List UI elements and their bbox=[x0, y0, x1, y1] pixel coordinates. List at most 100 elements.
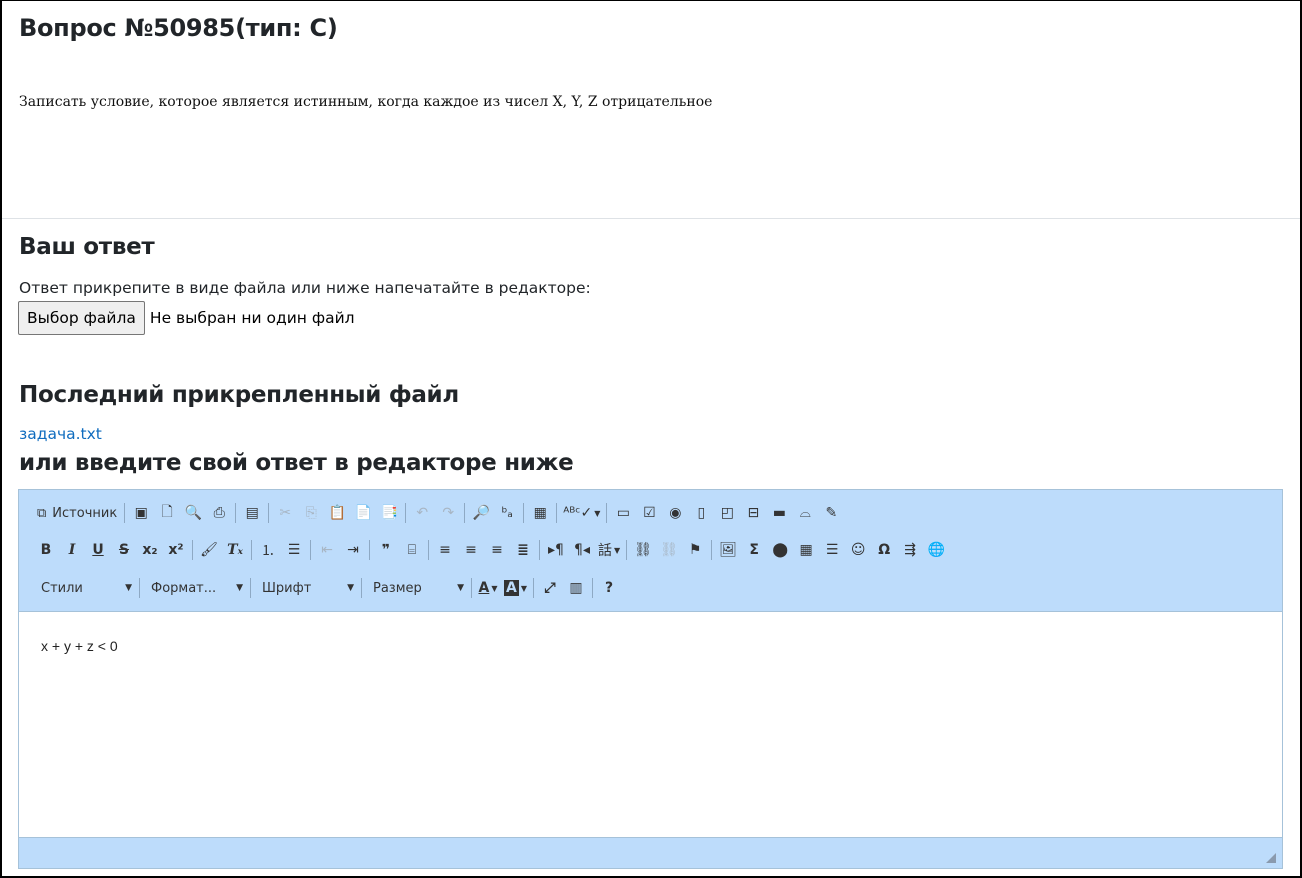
file-status: Не выбран ни один файл bbox=[149, 309, 355, 327]
replace-icon[interactable]: ᵇₐ bbox=[494, 500, 520, 526]
choose-file-button[interactable]: Выбор файла bbox=[18, 301, 145, 335]
ltr-icon[interactable]: ▸¶ bbox=[543, 537, 569, 563]
link-icon[interactable]: ⛓ bbox=[630, 537, 656, 563]
copy-icon[interactable]: ⎘ bbox=[298, 500, 324, 526]
textarea-icon[interactable]: ◰ bbox=[714, 500, 740, 526]
page-break-icon[interactable]: ⇶ bbox=[897, 537, 923, 563]
help-icon[interactable]: ? bbox=[596, 575, 622, 601]
editor-content-text: x + y + z < 0 bbox=[41, 638, 118, 654]
rtl-icon[interactable]: ¶◂ bbox=[569, 537, 595, 563]
hidden-field-icon[interactable]: ✎ bbox=[818, 500, 844, 526]
editor-content-area[interactable]: x + y + z < 0 bbox=[19, 613, 1282, 837]
language-icon[interactable]: 話 ▼ bbox=[595, 537, 623, 563]
math-icon[interactable]: Σ bbox=[741, 537, 767, 563]
bulleted-list-icon[interactable]: ☰ bbox=[281, 537, 307, 563]
text-field-icon[interactable]: ▯ bbox=[688, 500, 714, 526]
select-field-icon[interactable]: ⊟ bbox=[740, 500, 766, 526]
toolbar-row-3: Стили ▼ Формат... ▼ Шрифт ▼ Размер ▼ A ▼ … bbox=[33, 574, 622, 602]
radio-icon[interactable]: ◉ bbox=[662, 500, 688, 526]
anchor-icon[interactable]: ⚑ bbox=[682, 537, 708, 563]
toolbar-separator bbox=[471, 578, 472, 598]
paste-icon[interactable]: 📋 bbox=[324, 500, 350, 526]
source-button-label: Источник bbox=[52, 505, 118, 521]
toolbar-separator bbox=[361, 578, 362, 598]
source-icon: ⧉ bbox=[37, 505, 47, 521]
question-title: Вопрос №50985(тип: С) bbox=[19, 14, 338, 42]
styles-dropdown-label: Стили bbox=[41, 580, 83, 596]
save-icon[interactable]: ▣ bbox=[128, 500, 154, 526]
bold-icon[interactable]: B bbox=[33, 537, 59, 563]
select-all-icon[interactable]: ▦ bbox=[527, 500, 553, 526]
align-justify-icon[interactable]: ≣ bbox=[510, 537, 536, 563]
iframe-icon[interactable]: 🌐 bbox=[923, 537, 949, 563]
rich-text-editor: ⧉ Источник ▣ 🗋 🔍 ⎙ ▤ ✂ ⎘ 📋 📄 📑 ↶ ↷ 🔎 ᵇₐ … bbox=[18, 489, 1283, 869]
toolbar-separator bbox=[369, 540, 370, 560]
format-dropdown[interactable]: Формат... ▼ bbox=[143, 576, 247, 600]
unlink-icon[interactable]: ⛓ bbox=[656, 537, 682, 563]
text-color-icon[interactable]: A ▼ bbox=[475, 575, 501, 601]
table-icon[interactable]: ▦ bbox=[793, 537, 819, 563]
checkbox-icon[interactable]: ☑ bbox=[636, 500, 662, 526]
show-blocks-icon[interactable]: ▥ bbox=[563, 575, 589, 601]
button-icon[interactable]: ▬ bbox=[766, 500, 792, 526]
image-icon[interactable]: 🖼 bbox=[715, 537, 741, 563]
font-dropdown[interactable]: Шрифт ▼ bbox=[254, 576, 358, 600]
paste-text-icon[interactable]: 📄 bbox=[350, 500, 376, 526]
new-page-icon[interactable]: 🗋 bbox=[154, 500, 180, 526]
format-dropdown-label: Формат... bbox=[151, 580, 217, 596]
styles-dropdown[interactable]: Стили ▼ bbox=[33, 576, 136, 600]
maximize-icon[interactable]: ⤢ bbox=[537, 575, 563, 601]
underline-icon[interactable]: U bbox=[85, 537, 111, 563]
preview-icon[interactable]: 🔍 bbox=[180, 500, 206, 526]
find-icon[interactable]: 🔎 bbox=[468, 500, 494, 526]
resize-handle-icon[interactable] bbox=[1266, 853, 1276, 863]
toolbar-separator bbox=[124, 503, 126, 523]
align-left-icon[interactable]: ≡ bbox=[432, 537, 458, 563]
chevron-down-icon: ▼ bbox=[236, 583, 243, 593]
indent-icon[interactable]: ⇥ bbox=[340, 537, 366, 563]
cut-icon[interactable]: ✂ bbox=[272, 500, 298, 526]
div-container-icon[interactable]: ⌸ bbox=[399, 537, 425, 563]
copy-format-icon[interactable]: 🖌 bbox=[196, 537, 222, 563]
chevron-down-icon: ▼ bbox=[125, 583, 132, 593]
background-color-icon[interactable]: A ▼ bbox=[501, 575, 530, 601]
toolbar-separator bbox=[428, 540, 429, 560]
form-icon[interactable]: ▭ bbox=[610, 500, 636, 526]
attached-file-link[interactable]: задача.txt bbox=[19, 425, 102, 443]
blockquote-icon[interactable]: ❞ bbox=[373, 537, 399, 563]
section-divider bbox=[2, 218, 1300, 219]
smiley-icon[interactable]: ☺ bbox=[845, 537, 871, 563]
answer-heading: Ваш ответ bbox=[19, 234, 155, 260]
outdent-icon[interactable]: ⇤ bbox=[314, 537, 340, 563]
strikethrough-icon[interactable]: S bbox=[111, 537, 137, 563]
align-center-icon[interactable]: ≡ bbox=[458, 537, 484, 563]
source-button[interactable]: ⧉ Источник bbox=[33, 500, 121, 526]
paste-from-word-icon[interactable]: 📑 bbox=[376, 500, 402, 526]
toolbar-separator bbox=[139, 578, 140, 598]
spell-check-icon[interactable]: ᴬᴮᶜ✓ ▼ bbox=[560, 500, 603, 526]
answer-instruction: Ответ прикрепите в виде файла или ниже н… bbox=[19, 279, 591, 297]
size-dropdown[interactable]: Размер ▼ bbox=[365, 576, 468, 600]
file-input: Выбор файла Не выбран ни один файл bbox=[18, 301, 355, 335]
toolbar-separator bbox=[405, 503, 407, 523]
italic-icon[interactable]: I bbox=[59, 537, 85, 563]
redo-icon[interactable]: ↷ bbox=[435, 500, 461, 526]
special-char-icon[interactable]: Ω bbox=[871, 537, 897, 563]
chevron-down-icon: ▼ bbox=[347, 583, 354, 593]
question-text: Записать условие, которое является истин… bbox=[19, 94, 713, 110]
subscript-icon[interactable]: x₂ bbox=[137, 537, 163, 563]
image-button-icon[interactable]: ⌓ bbox=[792, 500, 818, 526]
toolbar-separator bbox=[592, 578, 593, 598]
templates-icon[interactable]: ▤ bbox=[239, 500, 265, 526]
undo-icon[interactable]: ↶ bbox=[409, 500, 435, 526]
toolbar-separator bbox=[250, 578, 251, 598]
horizontal-line-icon[interactable]: ☰ bbox=[819, 537, 845, 563]
superscript-icon[interactable]: x² bbox=[163, 537, 189, 563]
flash-icon[interactable]: ⬤ bbox=[767, 537, 793, 563]
print-icon[interactable]: ⎙ bbox=[206, 500, 232, 526]
remove-format-icon[interactable]: Tₓ bbox=[222, 537, 248, 563]
editor-toolbar: ⧉ Источник ▣ 🗋 🔍 ⎙ ▤ ✂ ⎘ 📋 📄 📑 ↶ ↷ 🔎 ᵇₐ … bbox=[19, 490, 1282, 612]
toolbar-separator bbox=[533, 578, 534, 598]
numbered-list-icon[interactable]: ⒈ bbox=[255, 537, 281, 563]
align-right-icon[interactable]: ≡ bbox=[484, 537, 510, 563]
